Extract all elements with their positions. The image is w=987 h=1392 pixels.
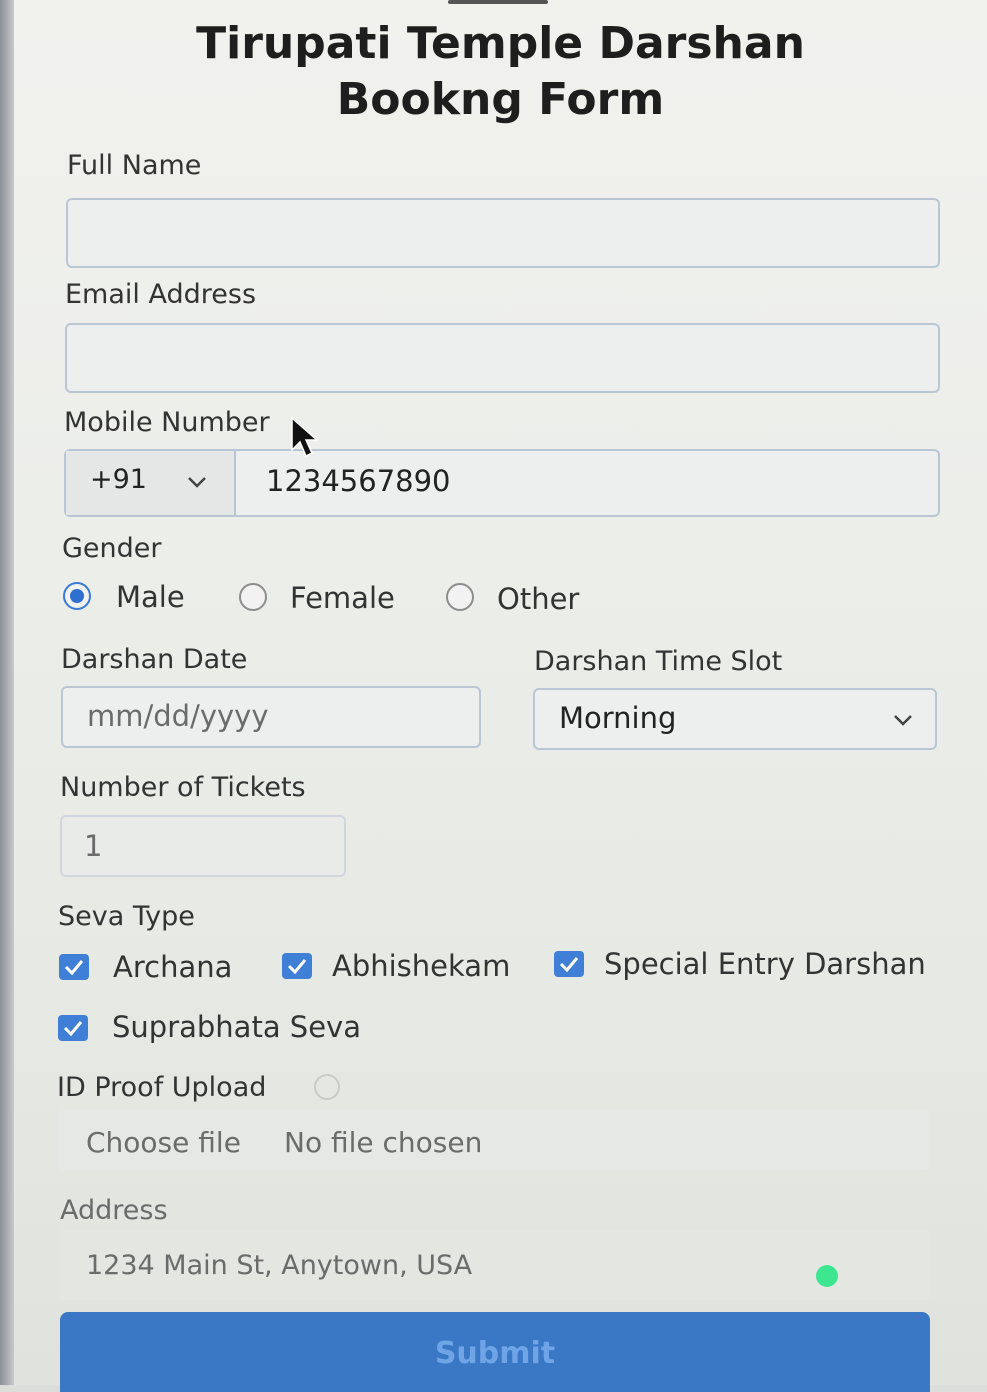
darshan-date-input[interactable]: mm/dd/yyyy <box>61 686 481 748</box>
id-proof-label: ID Proof Upload <box>57 1072 267 1103</box>
id-proof-file-input: Choose file No file chosen <box>58 1110 930 1170</box>
gender-label: Gender <box>62 533 162 564</box>
submit-button[interactable]: Submit <box>60 1312 930 1392</box>
page-title-text: Tirupati Temple Darshan Bookng Form <box>196 18 805 125</box>
email-input[interactable] <box>65 323 940 393</box>
window-edge <box>0 0 14 1385</box>
full-name-label: Full Name <box>67 150 202 181</box>
darshan-date-label: Darshan Date <box>61 644 248 675</box>
gender-option-male-label: Male <box>116 580 185 614</box>
address-placeholder: 1234 Main St, Anytown, USA <box>86 1250 473 1281</box>
tickets-value: 1 <box>84 829 103 863</box>
seva-option-suprabhata-label: Suprabhata Seva <box>112 1010 361 1044</box>
seva-type-label: Seva Type <box>58 901 195 932</box>
tickets-label: Number of Tickets <box>60 772 306 803</box>
mobile-label: Mobile Number <box>64 407 270 438</box>
choose-file-button[interactable]: Choose file <box>86 1126 241 1159</box>
time-slot-select[interactable]: Morning <box>533 688 937 750</box>
gender-option-other-label: Other <box>497 582 580 616</box>
submit-button-label: Submit <box>434 1336 556 1371</box>
seva-checkbox-suprabhata[interactable] <box>58 1015 88 1041</box>
full-name-input[interactable] <box>66 198 940 268</box>
seva-checkbox-archana[interactable] <box>59 954 89 980</box>
address-label: Address <box>60 1195 168 1226</box>
mouse-cursor-icon <box>291 416 319 458</box>
seva-option-archana-label: Archana <box>113 950 233 984</box>
gender-radio-male[interactable] <box>63 582 91 610</box>
seva-checkbox-abhishekam[interactable] <box>282 953 312 979</box>
gender-radio-other[interactable] <box>446 583 474 611</box>
time-slot-value: Morning <box>559 701 677 735</box>
chevron-down-icon <box>894 715 912 726</box>
check-icon <box>287 959 307 975</box>
mobile-input-value[interactable]: 1234567890 <box>266 464 451 498</box>
check-icon <box>559 957 579 973</box>
seva-checkbox-special-entry[interactable] <box>554 951 584 977</box>
email-label: Email Address <box>65 279 257 310</box>
chevron-down-icon <box>188 477 206 488</box>
page-title: Tirupati Temple Darshan Bookng Form <box>14 16 987 128</box>
seva-option-special-entry-label: Special Entry Darshan <box>604 947 926 981</box>
address-input[interactable]: 1234 Main St, Anytown, USA <box>58 1230 930 1300</box>
tickets-input[interactable]: 1 <box>60 815 346 877</box>
darshan-date-placeholder: mm/dd/yyyy <box>87 699 269 733</box>
check-icon <box>63 1021 83 1037</box>
info-icon <box>314 1074 340 1100</box>
mobile-field: +91 1234567890 <box>64 449 940 517</box>
country-code-value: +91 <box>90 464 147 495</box>
time-slot-label: Darshan Time Slot <box>534 646 783 677</box>
gender-radio-female[interactable] <box>239 583 267 611</box>
gender-option-female-label: Female <box>290 581 395 615</box>
status-indicator-dot <box>816 1265 838 1287</box>
booking-form-page: Tirupati Temple Darshan Bookng Form Full… <box>14 0 987 1392</box>
check-icon <box>64 960 84 976</box>
file-status-text: No file chosen <box>284 1126 483 1159</box>
seva-option-abhishekam-label: Abhishekam <box>332 949 511 983</box>
top-notch <box>448 0 548 4</box>
country-code-select[interactable]: +91 <box>66 451 236 515</box>
